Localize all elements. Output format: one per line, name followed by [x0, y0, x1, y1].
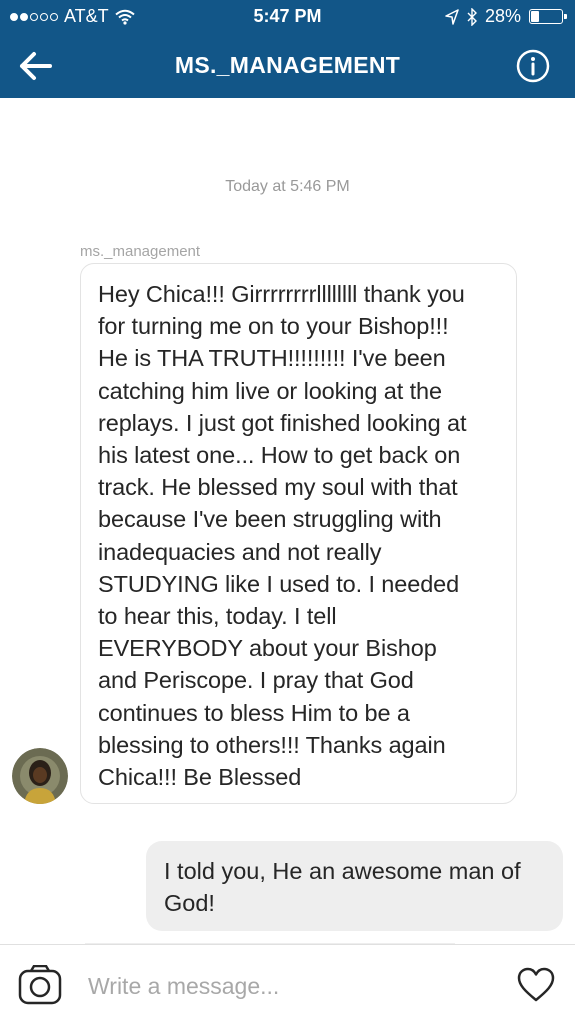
message-line: and Periscope. I pray that God — [98, 667, 414, 694]
message-composer — [0, 944, 575, 1024]
message-line: continues to bless Him to be a — [98, 699, 410, 726]
message-line: God! — [164, 890, 215, 916]
message-line: for turning me on to your Bishop!!! — [98, 313, 449, 340]
message-timestamp: Today at 5:46 PM — [225, 178, 350, 195]
sender-username: ms._management — [80, 243, 201, 260]
message-line: replays. I just got finished looking at — [98, 409, 467, 436]
message-line: track. He blessed my soul with that — [98, 474, 458, 501]
message-line: He is THA TRUTH!!!!!!!!! I've been — [98, 345, 446, 372]
header: AT&T 5:47 PM 28% MS._MANAGEMENT — [0, 0, 575, 98]
location-arrow-icon — [445, 8, 459, 25]
battery-icon — [529, 9, 567, 24]
incoming-message-bubble[interactable]: Hey Chica!!! Girrrrrrrrllllllll thank yo… — [80, 263, 517, 804]
message-line: to hear this, today. I tell — [98, 603, 337, 630]
status-right: 28% — [445, 6, 567, 27]
message-line: EVERYBODY about your Bishop — [98, 635, 437, 662]
message-line: Chica!!! Be Blessed — [98, 764, 302, 791]
conversation-title: MS._MANAGEMENT — [174, 52, 401, 78]
message-line: inadequacies and not really — [98, 538, 382, 565]
message-line: blessing to others!!! Thanks again — [98, 731, 446, 758]
camera-icon[interactable] — [18, 965, 62, 1005]
outgoing-message-bubble[interactable]: I told you, He an awesome man of God! — [146, 841, 563, 931]
status-bar: AT&T 5:47 PM 28% — [0, 0, 575, 34]
message-line: I told you, He an awesome man of — [164, 858, 521, 884]
bluetooth-icon — [467, 7, 477, 26]
message-line: because I've been struggling with — [98, 506, 442, 533]
info-icon[interactable] — [515, 48, 551, 84]
heart-icon[interactable] — [517, 967, 555, 1003]
message-line: STUDYING like I used to. I needed — [98, 570, 460, 597]
message-line: Hey Chica!!! Girrrrrrrrllllllll thank yo… — [98, 281, 465, 307]
battery-percent: 28% — [484, 6, 521, 26]
message-line: catching him live or looking at the — [98, 377, 442, 404]
sender-avatar[interactable] — [12, 748, 68, 804]
message-input[interactable] — [88, 969, 488, 1003]
message-line: his latest one... How to get back on — [98, 442, 461, 469]
conversation-nav: MS._MANAGEMENT — [0, 34, 575, 98]
